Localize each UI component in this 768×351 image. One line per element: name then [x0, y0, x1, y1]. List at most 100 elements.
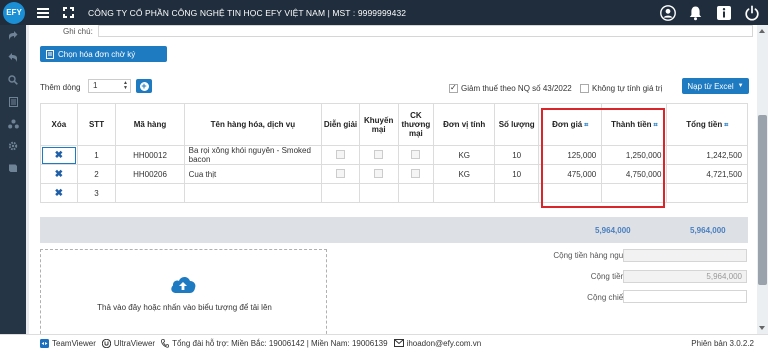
- checkbox-icon[interactable]: [411, 168, 421, 178]
- book-icon[interactable]: [0, 157, 26, 179]
- header-stt: STT: [76, 103, 117, 146]
- ten-hang-cell[interactable]: [183, 183, 323, 203]
- ma-hang-cell[interactable]: HH00012: [115, 145, 185, 165]
- cloud-upload-icon[interactable]: [169, 273, 197, 295]
- ghichu-label: Ghi chú:: [63, 27, 93, 36]
- info-icon[interactable]: [715, 4, 732, 21]
- scroll-up-icon[interactable]: [759, 29, 765, 33]
- share-icon[interactable]: [0, 25, 26, 47]
- user-icon[interactable]: [659, 4, 676, 21]
- so-luong-cell[interactable]: 10: [494, 145, 540, 165]
- ma-hang-cell[interactable]: HH00206: [115, 164, 185, 184]
- checkbox-icon[interactable]: [374, 168, 384, 178]
- stepper-arrows-icon[interactable]: ▲ ▼: [123, 81, 128, 91]
- ck-thuong-mai-cell[interactable]: [397, 183, 435, 203]
- chon-hoa-don-button[interactable]: Chọn hóa đơn chờ ký: [40, 46, 167, 62]
- upload-instruction: Thả vào đây hoặc nhấn vào biểu tượng để …: [97, 303, 272, 312]
- stt-cell: 2: [76, 164, 117, 184]
- ma-hang-cell[interactable]: [115, 183, 185, 203]
- nap-excel-button[interactable]: Nạp từ Excel ▼: [682, 78, 749, 94]
- bell-icon[interactable]: [687, 4, 704, 21]
- ultraviewer-label: UltraViewer: [113, 338, 156, 348]
- company-title: CÔNG TY CỔ PHẦN CÔNG NGHỆ TIN HỌC EFY VI…: [88, 7, 407, 18]
- delete-row-button[interactable]: ✖: [40, 164, 78, 184]
- ultraviewer-link[interactable]: UltraViewer: [101, 338, 156, 348]
- add-row-button[interactable]: +: [136, 79, 152, 93]
- dvt-cell[interactable]: [433, 183, 496, 203]
- close-icon[interactable]: ✖: [55, 150, 63, 161]
- scrollbar-thumb[interactable]: [758, 115, 767, 285]
- power-icon[interactable]: [743, 4, 760, 21]
- phone-icon: [161, 338, 169, 348]
- header-don-vi-tinh: Đơn vị tính: [433, 103, 496, 146]
- tong-tien-header-label: Tổng tiền: [686, 119, 723, 129]
- fullscreen-icon[interactable]: [63, 7, 74, 18]
- document-icon[interactable]: [0, 91, 26, 113]
- ten-hang-cell[interactable]: Cua thịt: [183, 164, 323, 184]
- total-thanh-tien: 5,964,000: [595, 226, 631, 235]
- header-ck-thuong-mai: CK thương mại: [397, 103, 435, 146]
- chon-hoa-don-label: Chọn hóa đơn chờ ký: [58, 49, 136, 59]
- checkbox-icon[interactable]: [335, 168, 345, 178]
- ck-thuong-mai-cell[interactable]: [397, 145, 435, 165]
- stt-cell: 3: [76, 183, 117, 203]
- delete-row-button[interactable]: ✖: [40, 183, 78, 203]
- checkbox-checked-icon[interactable]: [449, 83, 458, 93]
- back-icon[interactable]: [0, 47, 26, 69]
- nguyen-te-field[interactable]: [623, 249, 747, 262]
- teamviewer-link[interactable]: TeamViewer: [40, 338, 96, 348]
- header-tong-tien[interactable]: Tổng tiền ⌗: [666, 103, 748, 146]
- document-icon: [46, 49, 54, 59]
- checkbox-icon[interactable]: [580, 84, 589, 93]
- menu-icon[interactable]: [37, 7, 49, 18]
- calculator-icon[interactable]: ⌗: [724, 122, 728, 129]
- khuyen-mai-cell[interactable]: [358, 164, 399, 184]
- giam-thue-checkbox[interactable]: Giảm thuế theo NQ số 43/2022: [449, 83, 572, 93]
- email-text: ihoadon@efy.com.vn: [406, 338, 482, 348]
- header-xoa: Xóa: [40, 103, 78, 146]
- ten-hang-cell[interactable]: Ba rọi xông khói nguyên - Smoked bacon: [183, 145, 323, 165]
- them-dong-stepper[interactable]: 1 ▲ ▼: [88, 79, 131, 93]
- chiet-khau-field[interactable]: [623, 290, 747, 303]
- highlight-box: [541, 108, 665, 208]
- khong-tu-tinh-checkbox[interactable]: Không tự tính giá trị: [580, 84, 662, 93]
- email-link[interactable]: ihoadon@efy.com.vn: [393, 338, 482, 348]
- gear-icon[interactable]: [0, 135, 26, 157]
- vertical-scrollbar[interactable]: [757, 25, 768, 334]
- delete-row-button[interactable]: ✖: [40, 145, 78, 165]
- caret-down-icon: ▼: [737, 83, 744, 89]
- hotline-text: Tổng đài hỗ trợ: Miền Bắc: 19006142 | Mi…: [172, 338, 388, 348]
- file-upload-dropzone[interactable]: Thả vào đây hoặc nhấn vào biểu tượng để …: [40, 249, 327, 334]
- header-ma-hang: Mã hàng: [115, 103, 185, 146]
- checkbox-icon[interactable]: [335, 149, 345, 159]
- close-icon[interactable]: ✖: [55, 169, 63, 180]
- dien-giai-cell[interactable]: [321, 164, 360, 184]
- tong-tien-cell: 4,721,500: [666, 164, 748, 184]
- them-dong-value: 1: [93, 81, 98, 90]
- ghichu-input[interactable]: [98, 25, 753, 37]
- dien-giai-cell[interactable]: [321, 145, 360, 165]
- dien-giai-cell[interactable]: [321, 183, 360, 203]
- checkbox-icon[interactable]: [374, 149, 384, 159]
- close-icon[interactable]: ✖: [55, 188, 63, 199]
- checkbox-icon[interactable]: [411, 149, 421, 159]
- stt-cell: 1: [76, 145, 117, 165]
- so-luong-cell[interactable]: 10: [494, 164, 540, 184]
- khuyen-mai-cell[interactable]: [358, 183, 399, 203]
- scroll-down-icon[interactable]: [759, 326, 765, 330]
- search-icon[interactable]: [0, 69, 26, 91]
- network-icon[interactable]: [0, 113, 26, 135]
- dvt-cell[interactable]: KG: [433, 145, 496, 165]
- plus-icon: +: [139, 80, 149, 91]
- tien-hang-field: 5,964,000: [623, 270, 747, 283]
- teamviewer-icon: [40, 338, 49, 348]
- total-tong-tien: 5,964,000: [690, 226, 726, 235]
- nap-excel-label: Nạp từ Excel: [687, 81, 734, 91]
- khuyen-mai-cell[interactable]: [358, 145, 399, 165]
- totals-row: 5,964,000 5,964,000: [40, 217, 748, 243]
- ck-thuong-mai-cell[interactable]: [397, 164, 435, 184]
- dvt-cell[interactable]: KG: [433, 164, 496, 184]
- ultraviewer-icon: [101, 338, 111, 348]
- efy-logo[interactable]: EFY: [3, 1, 25, 24]
- so-luong-cell[interactable]: [494, 183, 540, 203]
